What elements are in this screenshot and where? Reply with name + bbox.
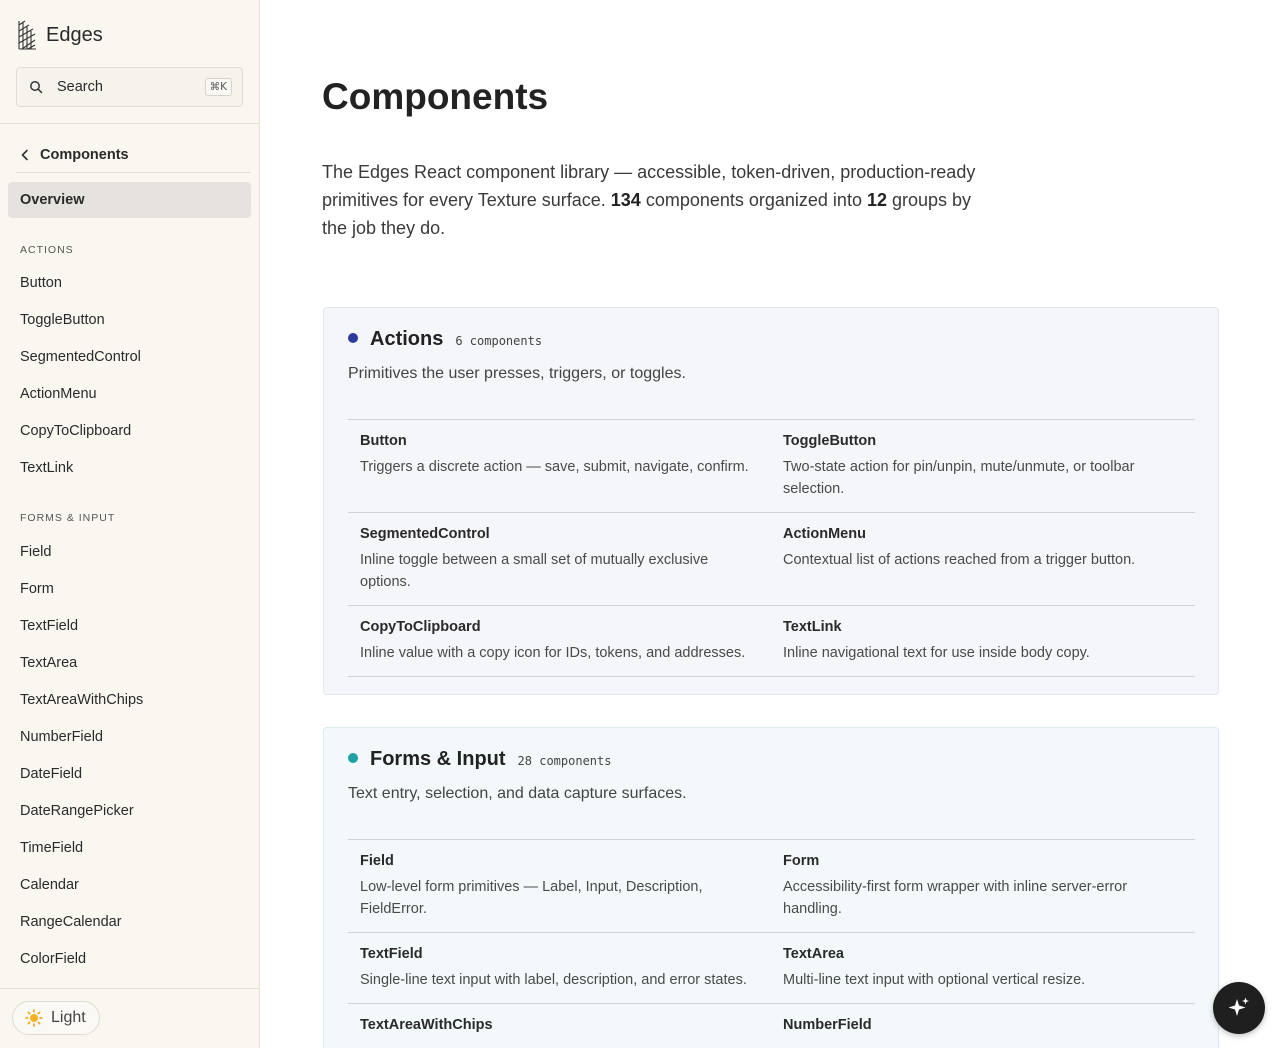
sidebar-item-segmentedcontrol[interactable]: SegmentedControl <box>20 349 141 365</box>
component-card-form[interactable]: Form Accessibility-first form wrapper wi… <box>771 840 1194 932</box>
sidebar-item-rangecalendar[interactable]: RangeCalendar <box>20 914 122 930</box>
component-name: ActionMenu <box>783 526 866 542</box>
sidebar-section-actions: ACTIONS <box>20 244 74 256</box>
component-name: TextLink <box>783 619 842 635</box>
component-description: Multi-line text input with optional vert… <box>783 972 1086 988</box>
component-description: Single-line text input with label, descr… <box>360 972 747 988</box>
component-description: Inline value with a copy icon for IDs, t… <box>360 645 746 661</box>
sidebar-item-datefield[interactable]: DateField <box>20 766 82 782</box>
group-title[interactable]: Actions <box>370 328 443 351</box>
component-description: Triggers a discrete action — save, submi… <box>360 459 749 475</box>
component-name: Field <box>360 853 394 869</box>
sidebar-item-daterangepicker[interactable]: DateRangePicker <box>20 803 134 819</box>
component-name: CopyToClipboard <box>360 619 481 635</box>
ai-assistant-button[interactable] <box>1213 982 1265 1034</box>
component-description: Accessibility-first form wrapper with in… <box>783 879 1128 917</box>
component-name: Form <box>783 853 820 869</box>
component-card-field[interactable]: Field Low-level form primitives — Label,… <box>348 840 771 932</box>
back-to-components-link[interactable]: Components <box>16 137 251 173</box>
sidebar-item-numberfield[interactable]: NumberField <box>20 729 103 745</box>
sidebar-footer-divider <box>0 988 259 989</box>
sidebar-item-togglebutton[interactable]: ToggleButton <box>20 312 105 328</box>
sidebar-item-button[interactable]: Button <box>20 275 62 291</box>
sidebar-item-calendar[interactable]: Calendar <box>20 877 79 893</box>
component-card-button[interactable]: Button Triggers a discrete action — save… <box>348 420 771 512</box>
sidebar-item-colorfield[interactable]: ColorField <box>20 951 86 967</box>
page-title: Components <box>322 76 549 117</box>
sparkle-icon <box>1228 997 1249 1016</box>
main-content: Components The Edges React component lib… <box>260 0 1278 1048</box>
sidebar-item-overview[interactable]: Overview <box>8 182 251 218</box>
sidebar-item-actionmenu[interactable]: ActionMenu <box>20 386 97 402</box>
component-card-segmentedcontrol[interactable]: SegmentedControl Inline toggle between a… <box>348 513 771 605</box>
group-color-dot <box>348 333 358 343</box>
edges-logo-icon <box>18 20 36 50</box>
group-title[interactable]: Forms & Input <box>370 748 506 771</box>
component-card-textarea[interactable]: TextArea Multi-line text input with opti… <box>771 933 1194 1003</box>
component-card-numberfield[interactable]: NumberField <box>771 1004 1194 1048</box>
sun-icon <box>25 1009 43 1027</box>
sidebar-item-copytoclipboard[interactable]: CopyToClipboard <box>20 423 131 439</box>
component-row: TextField Single-line text input with la… <box>348 933 1195 1004</box>
search-icon <box>30 81 43 94</box>
component-description: Contextual list of actions reached from … <box>783 552 1136 568</box>
sidebar-item-form[interactable]: Form <box>20 581 54 597</box>
group-color-dot <box>348 753 358 763</box>
search-label: Search <box>57 79 103 95</box>
sidebar-item-field[interactable]: Field <box>20 544 51 560</box>
sidebar-divider <box>0 123 259 124</box>
sidebar: Edges Search ⌘K Components Overview ACTI… <box>0 0 260 1048</box>
component-card-actionmenu[interactable]: ActionMenu Contextual list of actions re… <box>771 513 1194 605</box>
sidebar-item-textareawithchips[interactable]: TextAreaWithChips <box>20 692 143 708</box>
sidebar-item-textlink[interactable]: TextLink <box>20 460 73 476</box>
component-row: Field Low-level form primitives — Label,… <box>348 840 1195 933</box>
component-row: SegmentedControl Inline toggle between a… <box>348 513 1195 606</box>
group-header: Actions 6 components <box>348 328 542 351</box>
component-name: TextAreaWithChips <box>360 1017 493 1033</box>
component-count: 134 <box>610 190 641 210</box>
group-card-forms-input: Forms & Input 28 components Text entry, … <box>323 727 1219 1048</box>
group-description: Primitives the user presses, triggers, o… <box>348 365 686 382</box>
sidebar-item-textfield[interactable]: TextField <box>20 618 78 634</box>
intro-text-middle: components organized into <box>640 190 867 210</box>
component-description: Inline toggle between a small set of mut… <box>360 552 709 590</box>
group-header: Forms & Input 28 components <box>348 748 611 771</box>
component-description: Inline navigational text for use inside … <box>783 645 1090 661</box>
component-card-textfield[interactable]: TextField Single-line text input with la… <box>348 933 771 1003</box>
search-button[interactable]: Search ⌘K <box>16 67 243 107</box>
theme-toggle-button[interactable]: Light <box>12 1001 100 1035</box>
component-name: ToggleButton <box>783 433 877 449</box>
search-shortcut: ⌘K <box>204 78 232 96</box>
component-grid: Button Triggers a discrete action — save… <box>348 419 1195 677</box>
component-name: TextField <box>360 946 423 962</box>
component-card-copytoclipboard[interactable]: CopyToClipboard Inline value with a copy… <box>348 606 771 676</box>
sidebar-item-textarea[interactable]: TextArea <box>20 655 77 671</box>
theme-label: Light <box>51 1009 86 1026</box>
group-card-actions: Actions 6 components Primitives the user… <box>323 307 1219 695</box>
sidebar-item-timefield[interactable]: TimeField <box>20 840 83 856</box>
component-description: Low-level form primitives — Label, Input… <box>360 879 703 917</box>
group-count-label: 6 components <box>455 334 543 348</box>
brand[interactable]: Edges <box>16 18 103 52</box>
component-card-textlink[interactable]: TextLink Inline navigational text for us… <box>771 606 1194 676</box>
component-grid: Field Low-level form primitives — Label,… <box>348 839 1195 1048</box>
component-name: NumberField <box>783 1017 872 1033</box>
group-description: Text entry, selection, and data capture … <box>348 785 687 802</box>
component-name: TextArea <box>783 946 844 962</box>
component-name: SegmentedControl <box>360 526 490 542</box>
component-card-textareawithchips[interactable]: TextAreaWithChips <box>348 1004 771 1048</box>
component-row: Button Triggers a discrete action — save… <box>348 420 1195 513</box>
component-name: Button <box>360 433 407 449</box>
chevron-left-icon <box>21 149 28 160</box>
component-description: Two-state action for pin/unpin, mute/unm… <box>783 459 1135 497</box>
sidebar-section-forms-input: FORMS & INPUT <box>20 512 116 524</box>
group-count-label: 28 components <box>517 754 612 768</box>
component-card-togglebutton[interactable]: ToggleButton Two-state action for pin/un… <box>771 420 1194 512</box>
back-label: Components <box>40 146 129 163</box>
brand-name: Edges <box>46 23 103 46</box>
component-row: TextAreaWithChips NumberField <box>348 1004 1195 1048</box>
group-count: 12 <box>866 190 887 210</box>
page-intro: The Edges React component library — acce… <box>322 158 994 242</box>
component-row: CopyToClipboard Inline value with a copy… <box>348 606 1195 677</box>
